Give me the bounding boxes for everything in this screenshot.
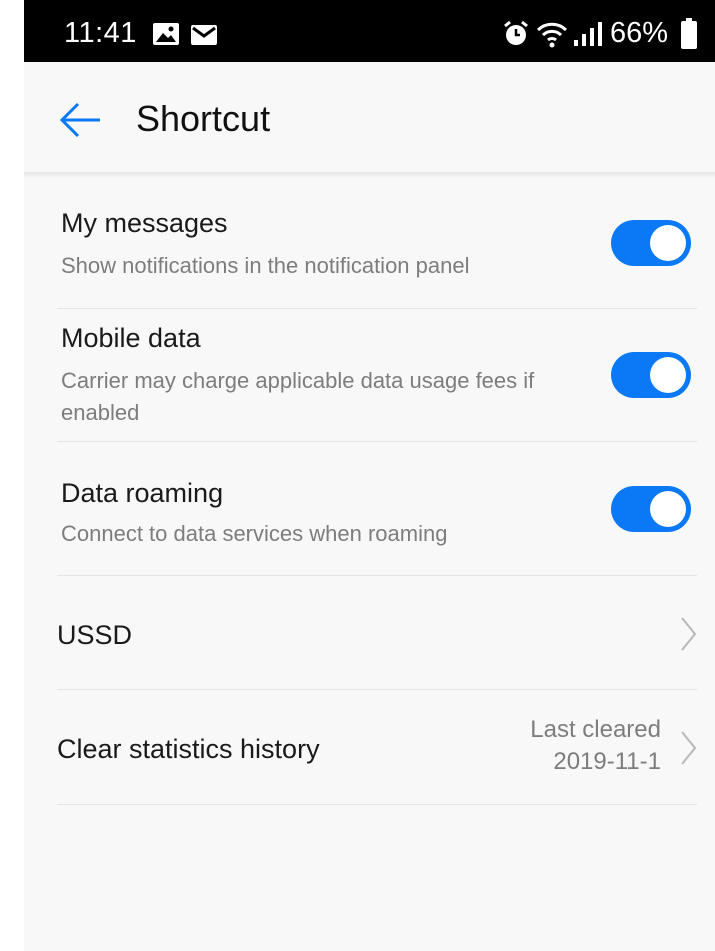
app-header: Shortcut bbox=[24, 62, 715, 172]
last-cleared-label: Last cleared bbox=[530, 716, 661, 743]
mail-icon bbox=[190, 24, 218, 51]
setting-title: USSD bbox=[57, 620, 133, 650]
data-roaming-toggle[interactable] bbox=[611, 486, 691, 532]
chevron-right-icon bbox=[680, 616, 698, 652]
chevron-right-icon bbox=[680, 730, 698, 766]
battery-icon bbox=[680, 18, 698, 55]
setting-subtitle: Connect to data services when roaming bbox=[61, 521, 448, 546]
last-cleared-value: Last cleared 2019-11-1 bbox=[530, 714, 661, 778]
setting-title: Data roaming bbox=[61, 478, 224, 508]
battery-percent: 66% bbox=[610, 17, 669, 49]
status-time: 11:41 bbox=[64, 17, 137, 49]
divider bbox=[57, 804, 697, 805]
last-cleared-date: 2019-11-1 bbox=[553, 748, 661, 775]
wifi-icon bbox=[536, 20, 568, 53]
setting-subtitle: Carrier may charge applicable data usage… bbox=[61, 368, 535, 425]
setting-subtitle: Show notifications in the notification p… bbox=[61, 253, 470, 278]
setting-title: My messages bbox=[61, 208, 228, 238]
setting-clear-statistics-history[interactable]: Clear statistics history Last cleared 20… bbox=[24, 690, 715, 804]
setting-title: Mobile data bbox=[61, 323, 201, 353]
setting-ussd[interactable]: USSD bbox=[24, 576, 715, 689]
my-messages-toggle[interactable] bbox=[611, 220, 691, 266]
setting-title: Clear statistics history bbox=[57, 734, 320, 764]
screen: 11:41 66% Shortcut My messages Show noti… bbox=[24, 0, 715, 951]
setting-data-roaming[interactable]: Data roaming Connect to data services wh… bbox=[24, 442, 715, 575]
setting-mobile-data[interactable]: Mobile data Carrier may charge applicabl… bbox=[24, 309, 715, 441]
setting-my-messages[interactable]: My messages Show notifications in the no… bbox=[24, 178, 715, 308]
back-arrow-icon[interactable] bbox=[56, 100, 104, 140]
toggle-knob bbox=[650, 225, 686, 261]
alarm-icon bbox=[502, 20, 530, 53]
toggle-knob bbox=[650, 357, 686, 393]
toggle-knob bbox=[650, 491, 686, 527]
status-bar: 11:41 66% bbox=[24, 0, 715, 62]
page-title: Shortcut bbox=[136, 98, 271, 139]
image-icon bbox=[152, 22, 180, 51]
signal-icon bbox=[572, 22, 602, 53]
mobile-data-toggle[interactable] bbox=[611, 352, 691, 398]
